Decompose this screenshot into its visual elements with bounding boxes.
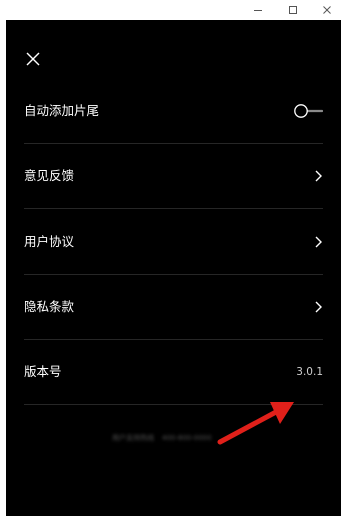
window-close-button[interactable] — [312, 0, 342, 20]
chevron-right-icon — [315, 236, 322, 248]
setting-label: 版本号 — [24, 364, 62, 379]
setting-row-feedback[interactable]: 意见反馈 — [24, 144, 323, 209]
close-icon — [323, 6, 331, 14]
window-titlebar — [0, 0, 346, 20]
maximize-button[interactable] — [278, 0, 308, 20]
version-value: 3.0.1 — [296, 366, 323, 378]
setting-label: 意见反馈 — [24, 168, 75, 183]
minimize-icon — [254, 10, 262, 11]
divider — [24, 208, 323, 209]
maximize-icon — [289, 6, 297, 14]
setting-label: 用户协议 — [24, 234, 75, 249]
close-icon[interactable] — [24, 50, 42, 68]
chevron-right-icon — [315, 301, 322, 313]
toggle-switch[interactable] — [293, 103, 323, 119]
settings-panel: 自动添加片尾 意见反馈 用户协议 隐私条款 版本号 3.0.1 用户支持热线 4… — [6, 20, 341, 516]
setting-row-user-agreement[interactable]: 用户协议 — [24, 210, 323, 275]
setting-label: 自动添加片尾 — [24, 103, 100, 118]
setting-row-privacy[interactable]: 隐私条款 — [24, 275, 323, 340]
minimize-button[interactable] — [243, 0, 273, 20]
annotation-arrow-icon — [217, 402, 294, 445]
chevron-right-icon — [315, 170, 322, 182]
footer-right-text: 400-800-0000 — [162, 433, 212, 442]
setting-row-auto-ending[interactable]: 自动添加片尾 — [24, 79, 323, 144]
setting-label: 隐私条款 — [24, 299, 75, 314]
footer-left-text: 用户支持热线 — [112, 433, 154, 442]
